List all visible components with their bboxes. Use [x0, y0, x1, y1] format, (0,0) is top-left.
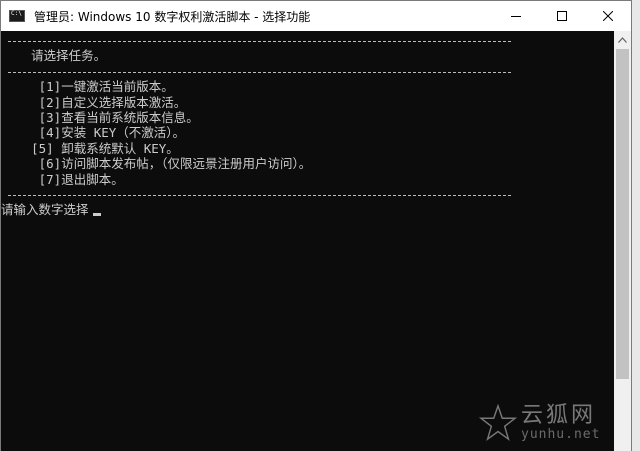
background-desktop-strip — [632, 0, 640, 451]
watermark-name: 云狐网 — [521, 403, 597, 428]
menu-option: [7]退出脚本。 — [1, 171, 124, 187]
chevron-up-icon — [618, 36, 627, 43]
menu-option: [4]安装 KEY（不激活）。 — [1, 125, 186, 141]
cmd-icon-label: C:\ — [11, 10, 22, 17]
maximize-icon — [557, 11, 567, 21]
vertical-scrollbar[interactable] — [614, 31, 631, 451]
window-title: 管理员: Windows 10 数字权利激活脚本 - 选择功能 — [34, 9, 311, 24]
console-output[interactable]: 请选择任务。 [1]一键激活当前版本。 [2]自定义选择版本激活。 [3]查看当… — [1, 31, 614, 451]
menu-heading: 请选择任务。 — [1, 48, 107, 64]
menu-option: [5] 卸载系统默认 KEY。 — [1, 140, 179, 156]
separator-line — [8, 64, 511, 79]
watermark-url: yunhu.net — [521, 427, 601, 442]
input-prompt[interactable]: 请输入数字选择 — [1, 202, 614, 217]
minimize-button[interactable] — [493, 1, 539, 31]
scroll-thumb[interactable] — [616, 49, 629, 379]
menu-option: [3]查看当前系统版本信息。 — [1, 109, 199, 125]
separator-line — [8, 33, 511, 48]
menu-option: [6]访问脚本发布帖，（仅限远景注册用户访问）。 — [1, 156, 312, 172]
minimize-icon — [511, 16, 521, 17]
close-icon — [603, 11, 613, 21]
console-window: C:\ 管理员: Windows 10 数字权利激活脚本 - 选择功能 请选择任… — [0, 0, 632, 451]
title-bar[interactable]: C:\ 管理员: Windows 10 数字权利激活脚本 - 选择功能 — [1, 1, 631, 31]
text-cursor — [92, 212, 101, 216]
star-logo-icon — [479, 404, 517, 441]
menu-option: [2]自定义选择版本激活。 — [1, 94, 187, 110]
close-button[interactable] — [585, 1, 631, 31]
caption-buttons — [493, 1, 631, 31]
scroll-up-button[interactable] — [614, 31, 631, 48]
watermark: 云狐网 yunhu.net — [479, 397, 629, 449]
prompt-text: 请输入数字选择 — [1, 202, 89, 218]
separator-line — [8, 187, 511, 202]
cmd-icon: C:\ — [9, 10, 25, 22]
maximize-button[interactable] — [539, 1, 585, 31]
menu-option: [1]一键激活当前版本。 — [1, 79, 174, 95]
watermark-text: 云狐网 yunhu.net — [521, 404, 600, 442]
